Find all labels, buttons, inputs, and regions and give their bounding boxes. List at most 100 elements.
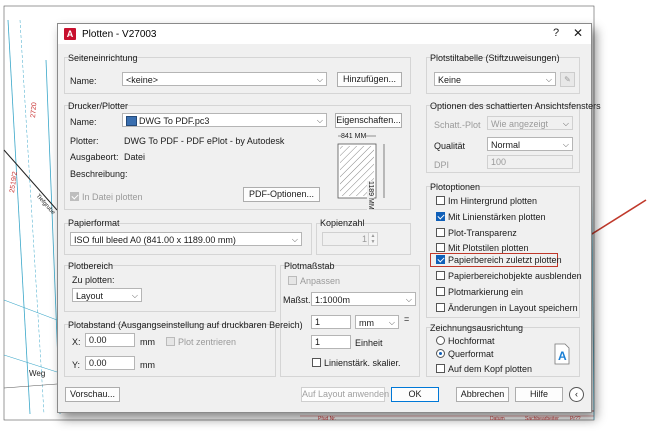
offset-y-input[interactable]: 0.00 [85,356,135,370]
save-changes-layout-checkbox[interactable] [436,303,445,312]
preview-button[interactable]: Vorschau... [65,387,120,402]
scale-lineweights-label: Linienstärk. skalier. [324,358,401,368]
scale-value2-input[interactable]: 1 [311,335,351,349]
copies-group-label: Kopienzahl [320,218,365,228]
add-page-setup-button[interactable]: Hinzufügen... [337,72,402,87]
svg-text:A: A [558,349,567,363]
scale-value1-input[interactable]: 1 [311,315,351,329]
offset-y-label: Y: [72,360,81,370]
landscape-radio[interactable] [436,349,445,358]
chevron-down-icon: ⌵ [545,75,552,84]
plot-lineweights-label: Mit Linienstärken plotten [448,212,546,222]
plot-offset-group-label: Plotabstand (Ausgangseinstellung auf dru… [68,320,303,330]
page-setup-name-label: Name: [70,76,97,86]
shade-plot-label: Schatt.-Plot [434,120,481,130]
description-label: Beschreibung: [70,169,128,179]
page-setup-name-select[interactable]: <keine> ⌵ [122,72,327,86]
pdf-options-button[interactable]: PDF-Optionen... [243,187,320,202]
printer-name-select[interactable]: DWG To PDF.pc3 ⌵ [122,113,327,127]
paper-size-select[interactable]: ISO full bleed A0 (841.00 x 1189.00 mm) ⌵ [70,232,302,246]
cad-label: Sachbearbeiter [525,416,559,422]
plot-options-group-label: Plotoptionen [430,182,481,192]
apply-to-layout-button[interactable]: Auf Layout anwenden [301,387,389,402]
plot-style-group-label: Plotstiltabelle (Stiftzuweisungen) [430,53,560,63]
plot-with-styles-checkbox[interactable] [436,243,445,252]
fit-to-paper-checkbox[interactable] [288,276,297,285]
cad-label: Weg [29,369,45,378]
scale-unit-select[interactable]: mm ⌵ [355,315,399,329]
chevron-down-icon: ⌵ [405,295,412,304]
hide-paperspace-objects-label: Papierbereichobjekte ausblenden [448,271,582,281]
dpi-input[interactable]: 100 [487,155,573,169]
cancel-button[interactable]: Abbrechen [456,387,509,402]
preview-width-label: 841 MM [341,133,367,140]
help-icon[interactable]: ? [553,27,559,39]
hide-paperspace-objects-checkbox[interactable] [436,271,445,280]
plot-to-file-label: In Datei plotten [82,192,143,202]
chevron-down-icon: ⌵ [316,116,323,125]
plot-with-styles-label: Mit Plotstilen plotten [448,243,529,253]
collapse-options-icon[interactable]: ‹ [569,387,584,402]
upside-down-checkbox[interactable] [436,364,445,373]
fit-to-paper-label: Anpassen [300,276,341,286]
plot-dialog: A Plotten - V27003 ? ✕ Seiteneinrichtung… [57,23,601,413]
what-to-plot-select[interactable]: Layout ⌵ [72,288,142,302]
location-value: Datei [124,152,146,162]
preview-height-label: 1189 MM [367,181,374,210]
chevron-down-icon: ⌵ [316,75,323,84]
landscape-label: Querformat [448,349,494,359]
printer-properties-button[interactable]: Eigenschaften... [335,113,402,128]
cad-label: Datum [490,416,505,422]
paper-size-group-label: Papierformat [68,218,120,228]
plot-style-select[interactable]: Keine ⌵ [434,72,556,86]
printer-icon [126,116,137,126]
cad-label: Pfud Nr. [318,416,336,422]
unit-label: Einheit [355,338,383,348]
copies-stepper[interactable]: ▲ ▼ [368,232,378,246]
printer-group-label: Drucker/Plotter [68,101,129,111]
plot-scale-group-label: Plotmaßstab [284,261,335,271]
offset-x-input[interactable]: 0.00 [85,333,135,347]
dialog-title: Plotten - V27003 [82,29,157,40]
offset-x-unit: mm [140,337,155,347]
shaded-viewport-group-label: Optionen des schattierten Ansichtsfenste… [430,101,601,111]
plot-to-file-checkbox[interactable] [70,192,79,201]
plotter-value: DWG To PDF - PDF ePlot - by Autodesk [124,136,285,146]
center-plot-label: Plot zentrieren [178,337,237,347]
shade-plot-select[interactable]: Wie angezeigt ⌵ [487,116,573,130]
cad-label: Pr?? [570,416,581,422]
plot-stamp-checkbox[interactable] [436,287,445,296]
autocad-logo-icon: A [64,28,76,40]
quality-label: Qualität [434,141,466,151]
portrait-radio[interactable] [436,336,445,345]
close-icon[interactable]: ✕ [573,26,583,40]
title-bar: A Plotten - V27003 ? ✕ [58,24,591,44]
landscape-orientation-icon: A [554,343,570,365]
plot-in-background-checkbox[interactable] [436,196,445,205]
offset-y-unit: mm [140,360,155,370]
plot-stamp-label: Plotmarkierung ein [448,287,524,297]
plot-area-group-label: Plotbereich [68,261,114,271]
scale-select[interactable]: 1:1000m ⌵ [311,292,416,306]
dpi-label: DPI [434,160,450,170]
chevron-down-icon: ⌵ [388,318,395,327]
plot-transparency-label: Plot-Transparenz [448,228,517,238]
plot-lineweights-checkbox[interactable] [436,212,445,221]
save-changes-layout-label: Änderungen in Layout speichern [448,303,578,313]
page-setup-group-label: Seiteneinrichtung [68,53,138,63]
help-button[interactable]: Hilfe [515,387,563,402]
center-plot-checkbox[interactable] [166,337,175,346]
edit-plot-style-icon[interactable]: ✎ [560,72,575,87]
paper-preview [337,135,385,199]
chevron-down-icon: ⌵ [562,140,569,149]
scale-lineweights-checkbox[interactable] [312,358,321,367]
location-label: Ausgabeort: [70,152,119,162]
plot-transparency-checkbox[interactable] [436,228,445,237]
ok-button[interactable]: OK [391,387,439,402]
what-to-plot-label: Zu plotten: [72,275,115,285]
portrait-label: Hochformat [448,336,495,346]
orientation-group-label: Zeichnungsausrichtung [430,323,524,333]
quality-select[interactable]: Normal ⌵ [487,137,573,151]
plot-paperspace-last-checkbox[interactable] [436,255,445,264]
equals-sign: = [404,314,410,324]
